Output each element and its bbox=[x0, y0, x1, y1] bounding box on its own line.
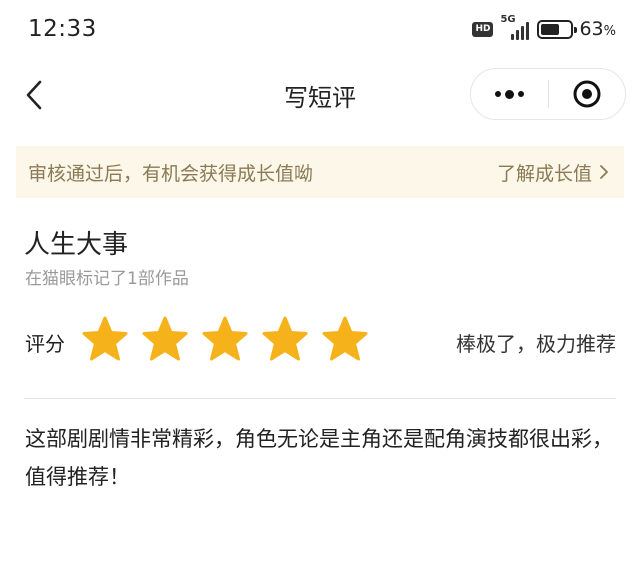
status-icons: HD 5G 63% bbox=[472, 14, 616, 40]
star-icon[interactable] bbox=[320, 314, 370, 364]
battery-indicator: 63% bbox=[537, 18, 616, 40]
battery-unit: % bbox=[603, 24, 616, 39]
status-bar: 12:33 HD 5G 63% bbox=[0, 0, 640, 62]
review-textarea[interactable]: 这部剧剧情非常精彩，角色无论是主角还是配角演技都很出彩，值得推荐！ bbox=[25, 420, 615, 496]
growth-value-link[interactable]: 了解成长值 bbox=[497, 159, 610, 186]
status-time: 12:33 bbox=[28, 16, 97, 42]
rating-label: 评分 bbox=[25, 332, 65, 356]
target-close-icon bbox=[573, 80, 601, 108]
rating-row: 评分 棒极了，极力推荐 bbox=[0, 314, 640, 370]
star-icon[interactable] bbox=[80, 314, 130, 364]
close-button[interactable] bbox=[549, 68, 625, 120]
more-button[interactable] bbox=[471, 68, 548, 120]
star-icon[interactable] bbox=[140, 314, 190, 364]
hd-badge: HD bbox=[472, 21, 494, 37]
signal-icon: 5G bbox=[500, 14, 530, 40]
network-type: 5G bbox=[500, 14, 516, 25]
more-dots-icon bbox=[495, 89, 524, 99]
star-icon[interactable] bbox=[200, 314, 250, 364]
battery-fill bbox=[541, 23, 560, 35]
rating-description: 棒极了，极力推荐 bbox=[456, 332, 616, 356]
battery-icon bbox=[537, 19, 578, 39]
notice-text: 审核通过后，有机会获得成长值呦 bbox=[28, 162, 314, 185]
notice-link-label: 了解成长值 bbox=[496, 162, 592, 185]
battery-percent: 63 bbox=[579, 18, 604, 40]
star-icon[interactable] bbox=[260, 314, 310, 364]
chevron-right-icon bbox=[600, 165, 608, 179]
divider bbox=[24, 398, 616, 399]
nav-bar: 写短评 bbox=[0, 62, 640, 128]
mini-program-capsule bbox=[470, 68, 626, 120]
work-title: 人生大事 bbox=[24, 230, 129, 260]
star-rating bbox=[80, 314, 370, 364]
growth-notice-banner: 审核通过后，有机会获得成长值呦 了解成长值 bbox=[16, 146, 624, 198]
work-subtitle: 在猫眼标记了1部作品 bbox=[25, 269, 189, 289]
